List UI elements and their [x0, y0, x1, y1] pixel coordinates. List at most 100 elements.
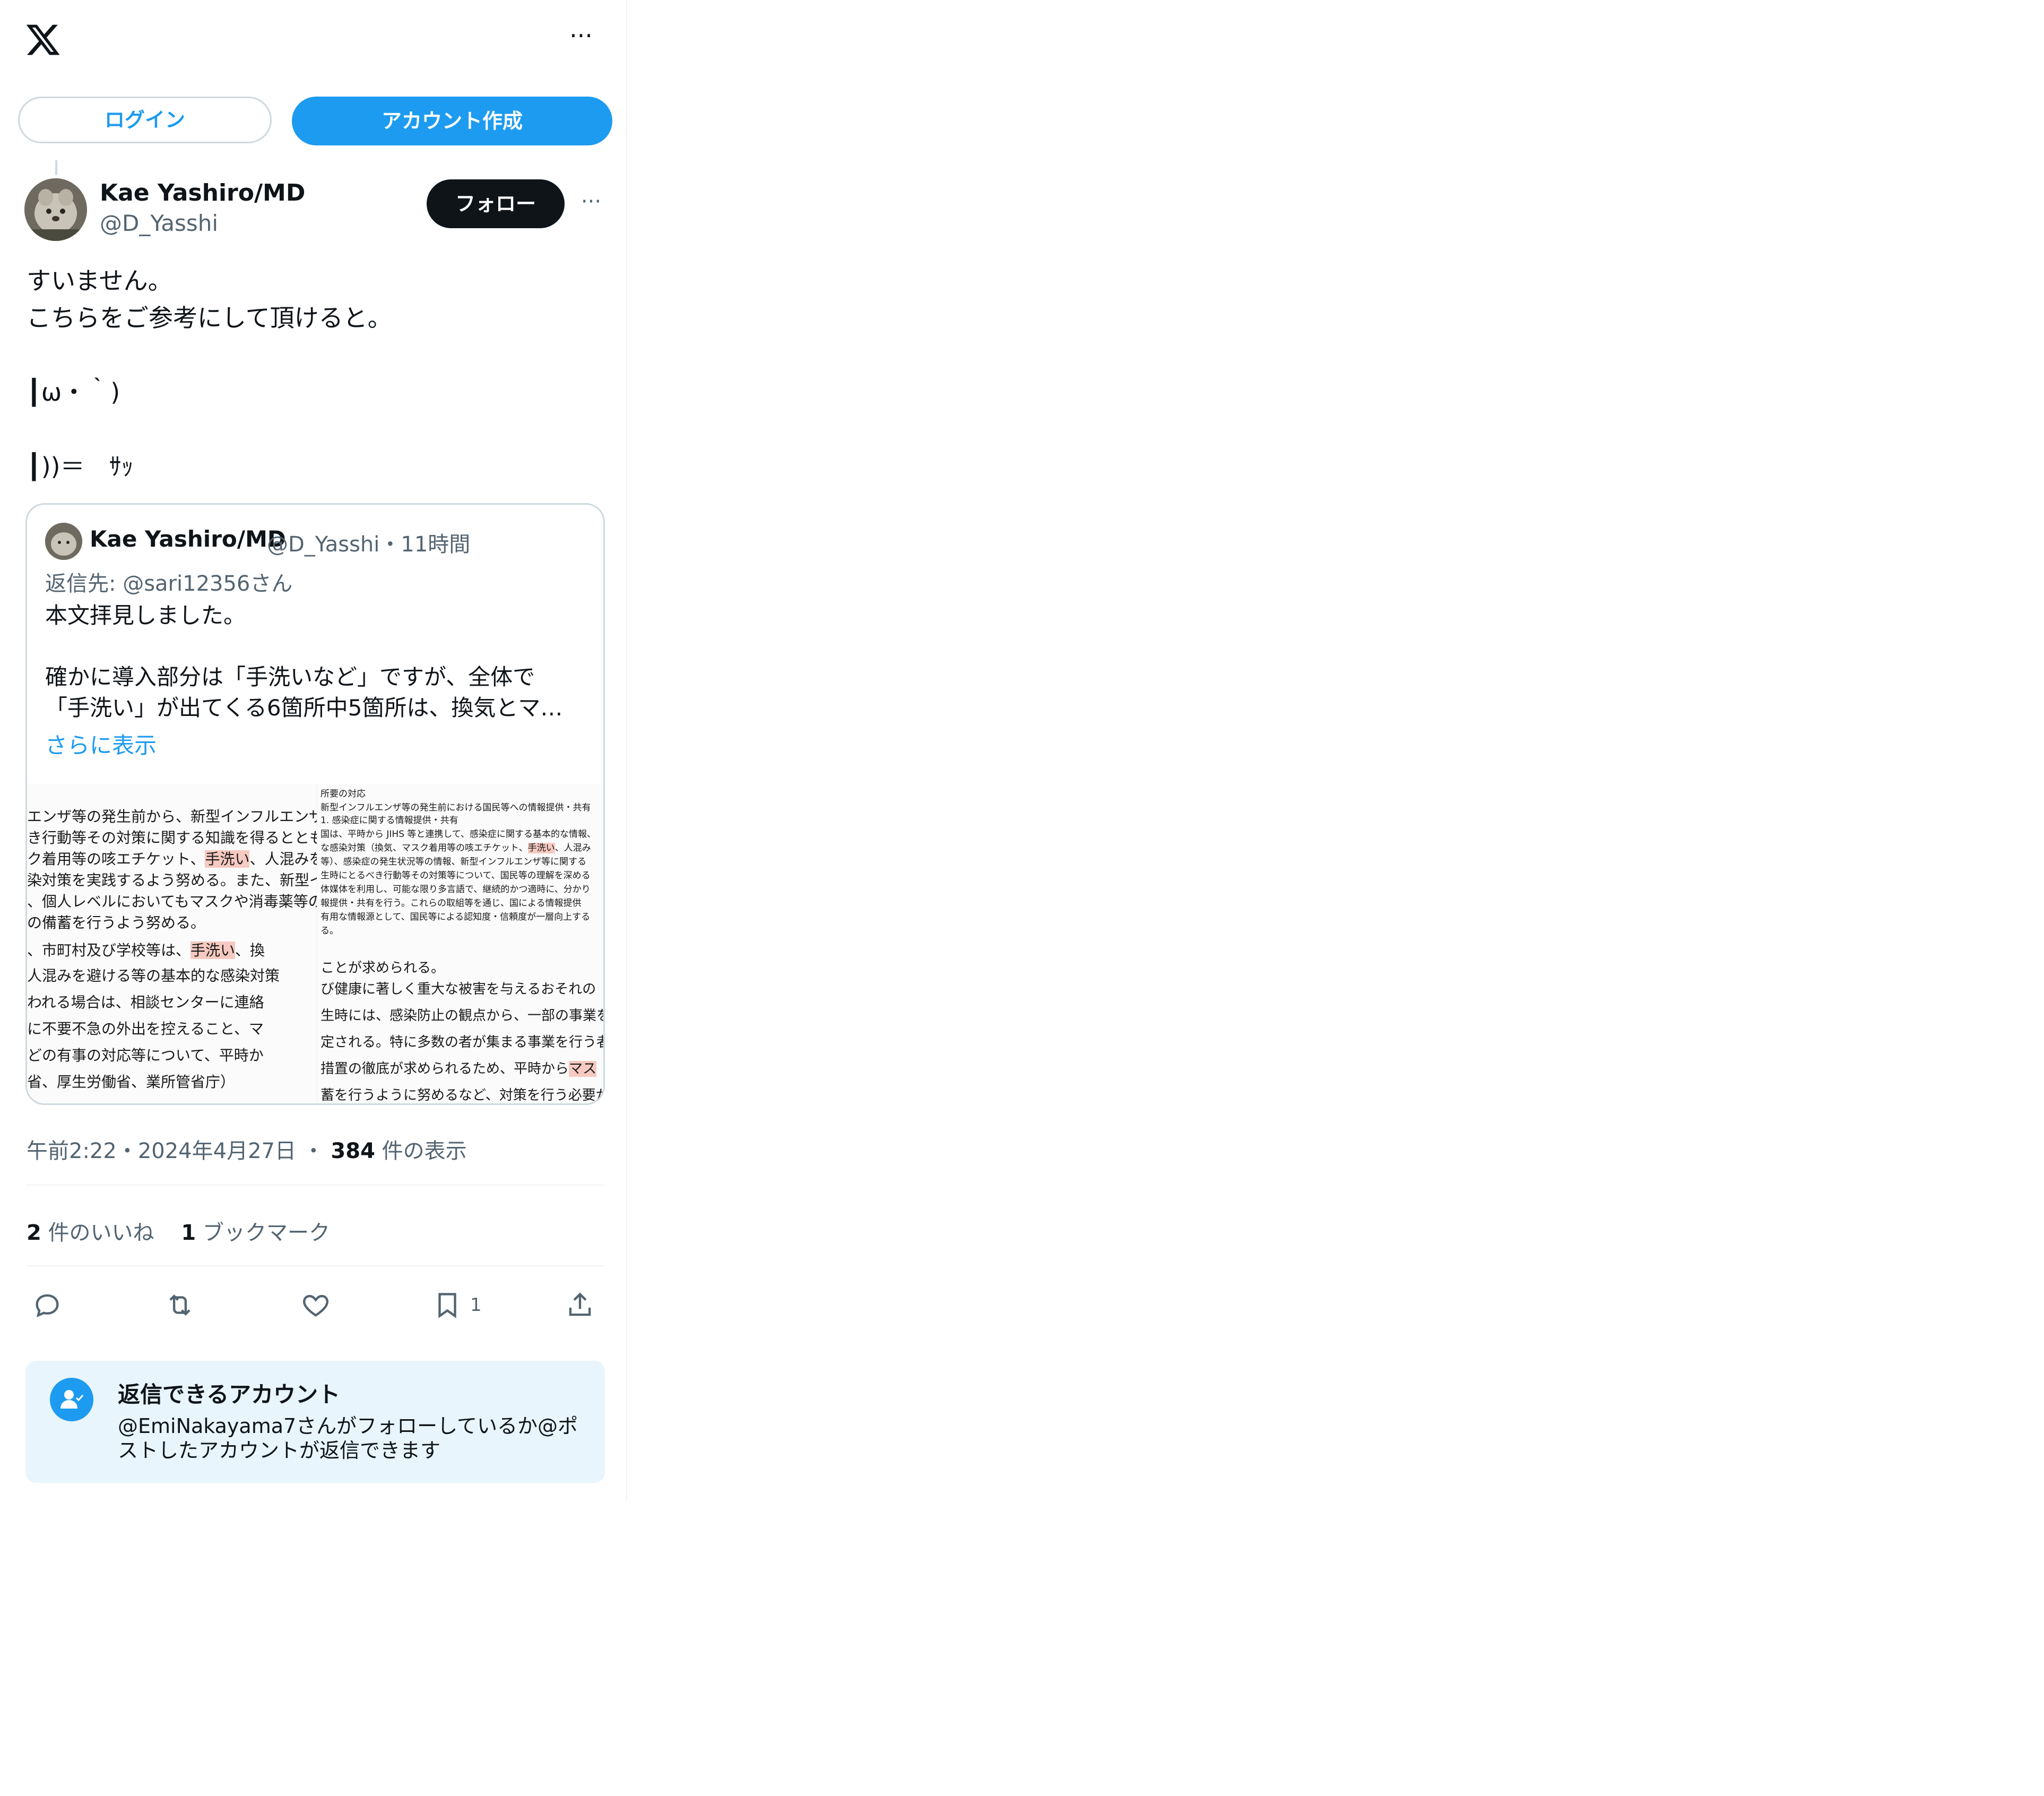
document-line: き行動等その対策に関する知識を得るととも — [27, 826, 317, 848]
tweet-time[interactable]: 午前2:22 — [27, 1139, 117, 1163]
separator-dot: ・ — [302, 1139, 324, 1163]
share-icon — [569, 1292, 591, 1316]
document-line-text: 、個人レベルにおいてもマスクや消毒薬等の — [27, 893, 317, 910]
quoted-author-handle: @D_Yasshi — [267, 532, 380, 557]
avatar[interactable] — [24, 178, 87, 241]
author-name[interactable]: Kae Yashiro/MD — [100, 179, 305, 206]
highlighted-term: 手洗い — [205, 850, 250, 868]
document-line: 人混みを避ける等の基本的な感染対策 — [27, 964, 280, 986]
likes-count[interactable]: 2 — [27, 1221, 41, 1245]
document-excerpt-left: エンザ等の発生前から、新型インフルエンザ き行動等その対策に関する知識を得るととも… — [27, 784, 317, 1103]
divider — [27, 1265, 605, 1266]
quoted-time: 11時間 — [401, 532, 471, 557]
like-button[interactable] — [300, 1286, 331, 1324]
create-account-button[interactable]: アカウント作成 — [292, 97, 612, 145]
share-button[interactable] — [565, 1286, 595, 1324]
reply-to-line: 返信先: @sari12356さん — [45, 566, 292, 597]
document-line: 省、厚生労働省、業所管省庁） — [27, 1070, 235, 1092]
document-line: 蓄を行うように努めるなど、対策を行う必要が — [321, 1084, 605, 1103]
quoted-tweet[interactable]: Kae Yashiro/MD @D_Yasshi・11時間 返信先: @sari… — [25, 503, 605, 1105]
bookmark-icon — [438, 1293, 456, 1318]
document-line-rest: 、換 — [235, 942, 265, 959]
quoted-author-name: Kae Yashiro/MD — [90, 526, 286, 552]
document-line: 国は、平時から JIHS 等と連携して、感染症に関する基本的な情報、 — [321, 826, 596, 840]
document-line: 等）、感染症の発生状況等の情報、新型インフルエンザ等に関する — [321, 854, 586, 867]
reply-to-handle[interactable]: @sari12356さん — [123, 572, 292, 596]
document-line: 体媒体を利用し、可能な限り多言語で、継続的かつ適時に、分かり — [321, 882, 591, 895]
engagement-stats: 2 件のいいね 1 ブックマーク — [27, 1215, 330, 1246]
retweet-icon — [169, 1294, 190, 1316]
bookmark-count: 1 — [470, 1294, 482, 1316]
document-line-text: ク着用等の咳エチケット、 — [27, 850, 205, 868]
document-line-text: 報提供・共有を行う。これらの取組等を通じ、国による情報提供 — [321, 898, 582, 909]
likes-label[interactable]: 件のいいね — [48, 1221, 154, 1245]
document-line: エンザ等の発生前から、新型インフルエンザ — [27, 805, 317, 826]
x-logo-icon[interactable] — [24, 21, 62, 58]
bookmarks-count: 1 — [181, 1221, 196, 1245]
reply-icon — [36, 1294, 59, 1318]
highlighted-term: マス — [569, 1061, 597, 1077]
reply-button[interactable] — [32, 1286, 63, 1324]
document-line-text: る。 — [321, 926, 339, 936]
document-line-text: 新型インフルエンザ等の発生前における国民等への情報提供・共有 — [321, 802, 591, 813]
document-line-text: エンザ等の発生前から、新型インフルエンザ — [27, 808, 317, 825]
document-line: 報提供・共有を行う。これらの取組等を通じ、国による情報提供 — [321, 895, 581, 909]
quoted-avatar — [45, 523, 82, 560]
reply-restriction-notice: 返信できるアカウント @EmiNakayama7さんがフォローしているか@ポスト… — [25, 1361, 605, 1483]
quoted-handle-time: @D_Yasshi・11時間 — [267, 527, 470, 558]
bookmarks-label: ブックマーク — [202, 1221, 330, 1245]
tweet-text: すいません。 こちらをご参考にして頂けると。 ┃ω・｀) ┃))＝ ｻｯ — [27, 266, 392, 481]
document-line: 所要の対応 — [321, 786, 366, 799]
document-line-text: 所要の対応 — [321, 789, 366, 799]
document-line-text: 定される。特に多数の者が集まる事業を行う者 — [321, 1034, 605, 1050]
bookmark-button[interactable]: 1 — [432, 1286, 482, 1324]
tweet-date[interactable]: 2024年4月27日 — [138, 1139, 296, 1163]
quoted-text: 本文拝見しました。 確かに導入部分は「手洗いなど」ですが、全体で 「手洗い」が出… — [45, 602, 563, 721]
login-button[interactable]: ログイン — [18, 97, 272, 143]
document-line: 染対策を実践するよう努める。また、新型イ — [27, 869, 317, 890]
document-line-text: に不要不急の外出を控えること、マ — [27, 1020, 264, 1038]
document-line-text: 生時にとるべき行動等その対策等について、国民等の理解を深める — [321, 870, 591, 881]
retweet-button[interactable] — [164, 1286, 195, 1324]
document-line-text: 、市町村及び学校等は、 — [27, 942, 191, 959]
document-line-text: 等）、感染症の発生状況等の情報、新型インフルエンザ等に関する — [321, 857, 586, 867]
quoted-image[interactable]: エンザ等の発生前から、新型インフルエンザ き行動等その対策に関する知識を得るととも… — [27, 784, 605, 1103]
document-line: に不要不急の外出を控えること、マ — [27, 1017, 264, 1039]
person-check-icon — [50, 1378, 93, 1421]
tweet-more-icon[interactable]: ··· — [575, 191, 607, 212]
document-excerpt-right: 所要の対応新型インフルエンザ等の発生前における国民等への情報提供・共有 1. 感染… — [317, 784, 605, 1103]
document-line: の備蓄を行うよう努める。 — [27, 911, 205, 932]
document-line: び健康に著しく重大な被害を与えるおそれの — [321, 978, 596, 998]
views-count: 384 — [331, 1139, 375, 1163]
document-line-text: 人混みを避ける等の基本的な感染対策 — [27, 967, 280, 985]
document-line: 1. 感染症に関する情報提供・共有 — [321, 813, 458, 826]
document-line-text: 蓄を行うように努めるなど、対策を行う必要が — [321, 1087, 605, 1103]
document-line-text: 措置の徹底が求められるため、平時から — [321, 1061, 569, 1077]
document-line-text: な感染対策（換気、マスク着用等の咳エチケット、 — [321, 843, 528, 853]
follow-button[interactable]: フォロー — [427, 179, 565, 228]
heart-icon — [303, 1294, 328, 1317]
document-line: る。 — [321, 923, 339, 936]
tweet-meta: 午前2:22・2024年4月27日 ・ 384 件の表示 — [27, 1134, 467, 1164]
document-line: 定される。特に多数の者が集まる事業を行う者 — [321, 1031, 605, 1051]
show-more-link[interactable]: さらに表示 — [45, 728, 157, 760]
thread-connector — [55, 160, 57, 175]
document-line-text: 有用な情報源として、国民等による認知度・信頼度が一層向上する — [321, 912, 591, 922]
document-line-text: ことが求められる。 — [321, 960, 445, 976]
more-options-icon[interactable]: ··· — [562, 23, 600, 49]
document-line: 生時にとるべき行動等その対策等について、国民等の理解を深める — [321, 868, 591, 881]
views-label: 件の表示 — [382, 1139, 467, 1163]
document-line-rest: 、人混み — [555, 843, 591, 853]
document-line: 新型インフルエンザ等の発生前における国民等への情報提供・共有 — [321, 800, 591, 813]
document-line-text: の備蓄を行うよう努める。 — [27, 914, 206, 931]
document-line: な感染対策（換気、マスク着用等の咳エチケット、手洗い、人混み — [321, 840, 591, 853]
document-line: どの有事の対応等について、平時か — [27, 1044, 264, 1065]
document-line-text: 染対策を実践するよう努める。また、新型イ — [27, 871, 317, 889]
notice-title: 返信できるアカウント — [118, 1381, 341, 1408]
document-line-text: 1. 感染症に関する情報提供・共有 — [321, 815, 458, 826]
document-line: 、市町村及び学校等は、手洗い、換 — [27, 939, 265, 960]
author-handle[interactable]: @D_Yasshi — [100, 210, 218, 236]
document-line: われる場合は、相談センターに連絡 — [27, 991, 264, 1012]
document-line: ク着用等の咳エチケット、手洗い、人混みを — [27, 848, 317, 869]
document-line: 、個人レベルにおいてもマスクや消毒薬等の — [27, 890, 317, 911]
